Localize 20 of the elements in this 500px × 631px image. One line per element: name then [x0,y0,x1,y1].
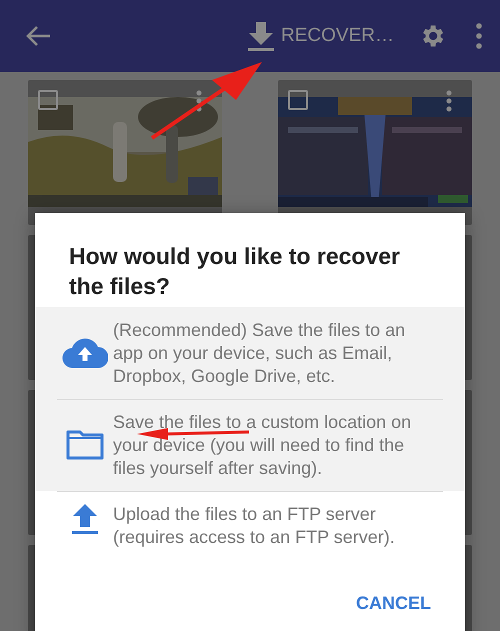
more-icon[interactable] [196,90,202,112]
cloud-upload-icon [62,338,108,368]
back-button[interactable] [24,24,52,48]
folder-icon [66,430,104,460]
cancel-button[interactable]: CANCEL [356,589,431,618]
checkbox[interactable] [288,90,308,110]
dialog-title: How would you like to recover the files? [68,242,402,301]
more-icon [476,23,482,49]
more-options-button[interactable] [476,23,482,49]
thumbnail-card[interactable] [28,80,222,225]
upload-icon [71,503,99,535]
recovery-option[interactable]: Upload the files to an FTP server (requires access to an FTP server). [35,491,465,563]
recovery-option[interactable]: Save the files to a custom location on your device (you will need to find the files yourself after saving). [35,399,465,491]
recover-button[interactable]: RECOVER… [247,20,394,52]
download-icon [247,20,276,52]
checkbox[interactable] [38,90,58,110]
recovery-option[interactable]: (Recommended) Save the files to an app on your device, such as Email, Dropbox, Google Drive, etc. [35,307,465,399]
back-arrow-icon [24,24,52,48]
thumbnail-card[interactable] [278,80,472,225]
more-icon[interactable] [446,90,452,112]
